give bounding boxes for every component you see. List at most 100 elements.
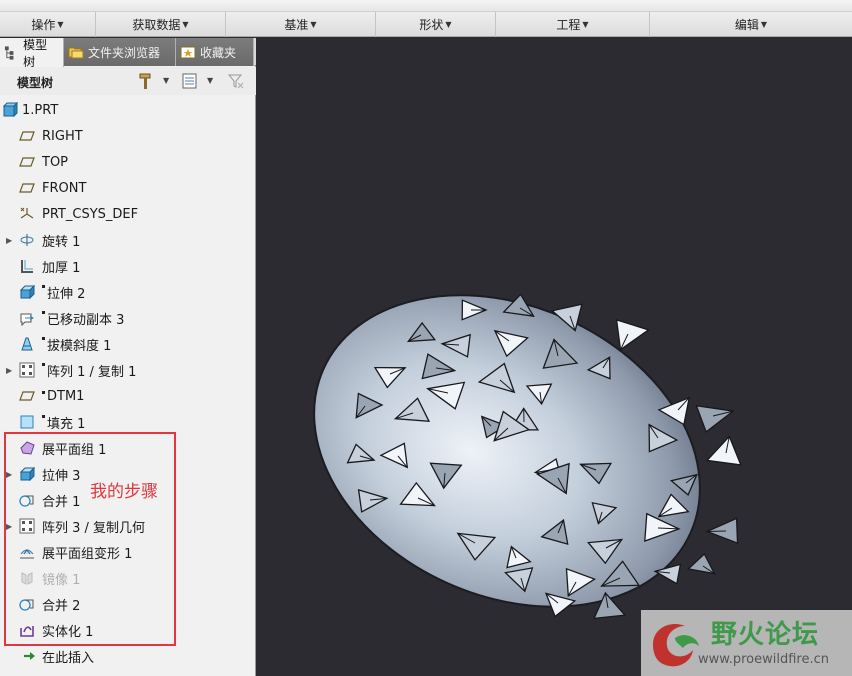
ribbon-group-bar: 操作 ▼ 获取数据 ▼ 基准 ▼ 形状 ▼ 工程 ▼ 编辑 ▼ xyxy=(0,12,852,37)
ribbon-group-label: 获取数据 xyxy=(132,18,181,32)
tree-item-text: DTM1 xyxy=(47,388,85,404)
ribbon-group-get-data[interactable]: 获取数据 ▼ xyxy=(96,12,226,37)
tree-item-label: 1.PRT xyxy=(22,103,58,118)
tree-item-text: 已移动副本 3 xyxy=(47,312,125,328)
thicken-icon xyxy=(21,260,33,273)
csys-icon xyxy=(20,207,34,219)
ribbon-commands-strip xyxy=(0,0,852,12)
tab-model-tree[interactable]: 模型树 xyxy=(0,37,64,69)
tree-item-text: 阵列 1 / 复制 1 xyxy=(47,364,137,380)
chevron-down-icon: ▼ xyxy=(310,20,317,29)
insert-here-icon xyxy=(24,652,35,660)
filter-icon[interactable] xyxy=(227,72,245,90)
tree-item[interactable]: RIGHT xyxy=(0,123,256,149)
tree-item[interactable]: 在此插入 xyxy=(0,643,256,669)
tree-item[interactable]: FRONT xyxy=(0,175,256,201)
watermark-title: 野火论坛 xyxy=(711,620,820,650)
chevron-down-icon[interactable]: ▼ xyxy=(163,76,169,85)
spike-edge xyxy=(706,530,727,533)
tab-label: 收藏夹 xyxy=(200,45,237,60)
modified-marker xyxy=(42,336,45,340)
tree-item-label: 填充 1 xyxy=(42,413,85,432)
tree-item-text: 拔模斜度 1 xyxy=(47,338,112,354)
tree-item-label: 阵列 1 / 复制 1 xyxy=(42,361,136,380)
ribbon-group-shapes[interactable]: 形状 ▼ xyxy=(376,12,496,37)
datum-plane-icon xyxy=(19,157,35,167)
tab-favorites[interactable]: 收藏夹 xyxy=(176,38,254,66)
ribbon-group-label: 操作 xyxy=(31,18,56,32)
modified-marker xyxy=(42,414,45,418)
tree-item-label: 加厚 1 xyxy=(42,257,80,276)
tree-item-text: TOP xyxy=(42,154,69,170)
model-tree-icon xyxy=(4,45,14,60)
chevron-down-icon: ▼ xyxy=(760,20,768,29)
ribbon-group-editing[interactable]: 编辑 ▼ xyxy=(650,12,852,37)
model-tree-title: 模型树 xyxy=(17,76,54,90)
ribbon-group-label: 编辑 xyxy=(734,18,759,32)
spike-face xyxy=(705,435,742,466)
draft-icon xyxy=(21,337,33,351)
modified-marker xyxy=(42,284,45,288)
tree-item-label: FRONT xyxy=(42,181,86,196)
tree-item-label: 旋转 1 xyxy=(42,231,80,250)
tree-item-text: 在此插入 xyxy=(42,650,95,666)
tree-item-text: 旋转 1 xyxy=(42,234,81,250)
ribbon-group-engineering[interactable]: 工程 ▼ xyxy=(496,12,650,37)
modified-marker xyxy=(42,362,45,366)
tree-item-text: 1.PRT xyxy=(22,102,59,118)
watermark-url: www.proewildfire.cn xyxy=(698,652,829,667)
tree-item[interactable]: ▶ 旋转 1 xyxy=(0,227,256,253)
annotation-label: 我的步骤 xyxy=(90,482,158,502)
tree-item[interactable]: TOP xyxy=(0,149,256,175)
tree-item-text: 填充 1 xyxy=(47,416,86,432)
graphics-viewport[interactable] xyxy=(258,38,852,676)
fill-icon xyxy=(20,415,34,429)
tree-item[interactable]: ▶ 阵列 1 / 复制 1 xyxy=(0,357,256,383)
tree-item-label: 已移动副本 3 xyxy=(42,309,124,328)
tree-item-label: 在此插入 xyxy=(42,647,94,666)
navigator-tabs: 模型树 文件夹浏览器 收藏夹 xyxy=(0,37,256,69)
tree-item-label: TOP xyxy=(42,155,68,170)
expand-arrow-icon[interactable]: ▶ xyxy=(6,366,12,375)
chevron-down-icon[interactable]: ▼ xyxy=(207,76,213,85)
tree-item-text: 拉伸 2 xyxy=(47,286,86,302)
tab-folder-browser[interactable]: 文件夹浏览器 xyxy=(64,38,176,66)
tree-item-label: PRT_CSYS_DEF xyxy=(42,207,138,222)
chevron-down-icon: ▼ xyxy=(182,20,189,29)
modified-marker xyxy=(42,310,45,314)
tree-item[interactable]: 1.PRT xyxy=(0,97,256,123)
tree-item-label: 拔模斜度 1 xyxy=(42,335,111,354)
tree-item-label: DTM1 xyxy=(42,389,84,404)
folder-icon xyxy=(68,47,84,59)
tree-item[interactable]: 拉伸 2 xyxy=(0,279,256,305)
tree-item[interactable]: PRT_CSYS_DEF xyxy=(0,201,256,227)
pattern-icon xyxy=(19,362,35,378)
ribbon-group-datum[interactable]: 基准 ▼ xyxy=(226,12,376,37)
modified-marker xyxy=(42,390,45,394)
favorites-icon xyxy=(180,46,196,59)
chevron-down-icon: ▼ xyxy=(445,20,452,29)
tree-item-text: RIGHT xyxy=(42,128,83,144)
chevron-down-icon: ▼ xyxy=(57,20,64,29)
tree-item-label: 拉伸 2 xyxy=(42,283,85,302)
tree-item[interactable]: 加厚 1 xyxy=(0,253,256,279)
part-icon xyxy=(2,102,18,118)
tree-item[interactable]: DTM1 xyxy=(0,383,256,409)
tree-item-text: FRONT xyxy=(42,180,87,196)
chevron-down-icon: ▼ xyxy=(582,20,589,29)
ribbon-group-label: 基准 xyxy=(284,18,309,32)
tree-item[interactable]: 已移动副本 3 xyxy=(0,305,256,331)
tree-item-text: 加厚 1 xyxy=(42,260,81,276)
spike-face xyxy=(615,318,650,351)
datum-plane-icon xyxy=(19,391,35,401)
ribbon-group-operations[interactable]: 操作 ▼ xyxy=(0,12,96,37)
moved-copy-icon xyxy=(20,313,34,326)
expand-arrow-icon[interactable]: ▶ xyxy=(6,236,12,245)
show-columns-icon[interactable] xyxy=(181,72,199,90)
extrude-icon xyxy=(19,284,35,300)
tree-item[interactable]: 拔模斜度 1 xyxy=(0,331,256,357)
tab-label: 模型树 xyxy=(23,37,48,69)
settings-hammer-icon[interactable] xyxy=(137,72,155,90)
part-model-render xyxy=(313,293,742,620)
tree-item-label: RIGHT xyxy=(42,129,83,144)
